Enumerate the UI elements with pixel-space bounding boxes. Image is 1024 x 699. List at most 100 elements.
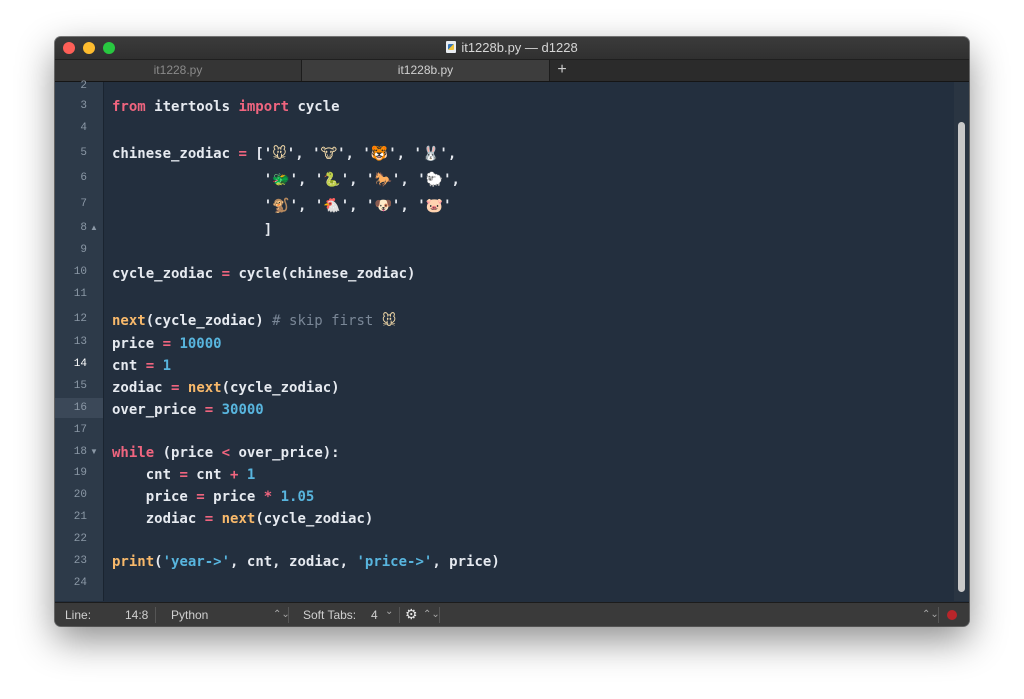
line-number: 16 [73, 402, 87, 414]
line-number: 8 [80, 222, 87, 234]
dog-emoji-icon: 🐶 [374, 198, 392, 214]
token: ', [443, 172, 460, 188]
token: ' [112, 198, 273, 214]
horse-emoji-icon: 🐎 [374, 172, 392, 188]
new-tab-button[interactable]: + [550, 60, 574, 81]
code-line: zodiac = next(cycle_zodiac) [112, 509, 374, 529]
soft-tabs-label[interactable]: Soft Tabs: [303, 608, 356, 622]
line-number: 21 [73, 511, 87, 523]
line-number: 3 [80, 100, 87, 112]
token: 1 [162, 358, 172, 374]
token: 30000 [221, 402, 264, 418]
fold-down-icon[interactable]: ▼ [90, 447, 98, 456]
line-number: 17 [73, 424, 87, 436]
line-number-current: 14 [73, 358, 87, 370]
code-line: price = 10000 [112, 334, 222, 354]
editor-window: it1228b.py — d1228 it1228.py it1228b.py … [55, 37, 969, 626]
record-macro-icon[interactable] [947, 610, 957, 620]
token: zodiac [112, 380, 172, 396]
code-line: from itertools import cycle [112, 97, 340, 117]
line-number: 13 [73, 336, 87, 348]
line-number: 9 [80, 244, 87, 256]
status-bar: Line: 14:8 Python ⌃⌄ Soft Tabs: 4 ⌄ ⚙ ⌃⌄… [55, 602, 969, 626]
token: cycle(chinese_zodiac) [230, 266, 416, 282]
comment: # skip first [272, 313, 382, 329]
fold-up-icon[interactable]: ▲ [90, 223, 98, 232]
token: ] [112, 222, 273, 238]
divider [439, 607, 440, 623]
snake-emoji-icon: 🐍 [323, 172, 341, 188]
code-line-current: cnt = 1 [112, 356, 171, 376]
scrollbar-thumb[interactable] [958, 122, 965, 592]
token: while [112, 445, 155, 461]
tab-size-value[interactable]: 4 [371, 608, 378, 622]
code-line: zodiac = next(cycle_zodiac) [112, 378, 340, 398]
line-number: 15 [73, 380, 87, 392]
line-number: 20 [73, 489, 87, 501]
token: ', ' [289, 198, 324, 214]
gear-icon[interactable]: ⚙ [405, 607, 418, 621]
line-number: 6 [80, 172, 87, 184]
code-editor[interactable]: from itertools import cycle chinese_zodi… [104, 82, 954, 601]
token: [' [246, 146, 273, 162]
token: itertools [145, 99, 239, 115]
token: < [221, 445, 231, 461]
token: 'year->' [162, 554, 231, 570]
token: (cycle_zodiac) [255, 511, 374, 527]
vertical-scrollbar[interactable] [954, 82, 969, 601]
token: price [112, 489, 197, 505]
token: ' [112, 172, 273, 188]
token: ', ' [391, 172, 426, 188]
code-line: cycle_zodiac = cycle(chinese_zodiac) [112, 264, 415, 284]
chevron-down-icon[interactable]: ⌄ [385, 605, 393, 619]
token: print [112, 554, 155, 570]
code-line: print('year->', cnt, zodiac, 'price->', … [112, 552, 500, 572]
code-line: next(cycle_zodiac) # skip first 🐭 [112, 311, 396, 331]
token: next [187, 380, 222, 396]
symbol-updown-icon[interactable]: ⌃⌄ [922, 608, 939, 622]
token: cnt [187, 467, 231, 483]
token: = [204, 402, 214, 418]
line-label: Line: [65, 608, 92, 622]
tab-it1228[interactable]: it1228.py [55, 60, 302, 81]
token: = [221, 266, 231, 282]
token: ', ' [337, 146, 371, 162]
token: = [196, 489, 205, 505]
token: import [238, 99, 290, 115]
token: * [263, 489, 273, 505]
title-bar: it1228b.py — d1228 [55, 37, 969, 60]
code-line: price = price * 1.05 [112, 487, 315, 507]
cursor-position[interactable]: 14:8 [125, 608, 148, 622]
rat-emoji-icon: 🐭 [381, 313, 397, 329]
code-line: '🐲', '🐍', '🐎', '🐑', [112, 170, 460, 190]
token: next [221, 511, 256, 527]
token: cnt [112, 358, 146, 374]
token: = [238, 146, 247, 162]
code-line: while (price < over_price): [112, 443, 340, 463]
line-number: 19 [73, 467, 87, 479]
token: ', ' [340, 172, 375, 188]
token: = [179, 467, 188, 483]
token: price [112, 336, 163, 352]
line-number: 7 [80, 198, 87, 210]
tab-bar: it1228.py it1228b.py + [55, 60, 969, 82]
language-selector[interactable]: Python [171, 608, 208, 622]
line-number: 2 [80, 80, 87, 92]
rat-emoji-icon: 🐭 [272, 146, 287, 162]
divider [288, 607, 289, 623]
token: cycle_zodiac [112, 266, 222, 282]
token: chinese_zodiac [112, 146, 239, 162]
token: 1.05 [280, 489, 315, 505]
gear-updown-icon[interactable]: ⌃⌄ [423, 608, 440, 622]
tab-it1228b[interactable]: it1228b.py [302, 60, 550, 81]
line-number: 11 [73, 288, 87, 300]
code-line: over_price = 30000 [112, 400, 264, 420]
ox-emoji-icon: 🐮 [320, 146, 338, 162]
rabbit-emoji-icon: 🐰 [421, 146, 440, 162]
token: ', ' [391, 198, 426, 214]
